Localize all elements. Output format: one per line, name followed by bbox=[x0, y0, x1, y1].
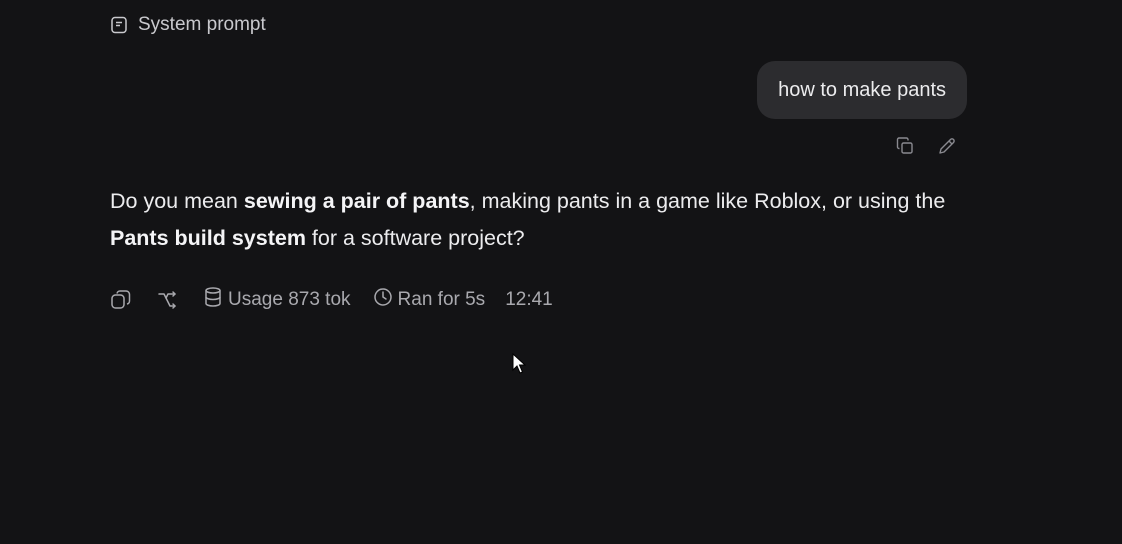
assistant-bold-segment: Pants build system bbox=[110, 226, 306, 250]
message-timestamp: 12:41 bbox=[505, 289, 553, 310]
clock-icon bbox=[373, 287, 393, 313]
document-icon bbox=[110, 16, 128, 34]
assistant-text-segment: for a software project? bbox=[305, 226, 525, 250]
database-icon bbox=[203, 286, 223, 314]
assistant-text-segment: , making pants in a game like Roblox, or… bbox=[469, 189, 946, 213]
assistant-meta-bar: Usage 873 tok Ran for 5s 12:41 bbox=[109, 286, 553, 314]
mouse-cursor-icon bbox=[512, 352, 527, 380]
usage-label: Usage 873 tok bbox=[228, 289, 351, 310]
run-duration: Ran for 5s bbox=[373, 287, 486, 313]
user-message-bubble: how to make pants bbox=[757, 61, 967, 119]
branch-icon[interactable] bbox=[155, 288, 179, 312]
system-prompt-button[interactable]: System prompt bbox=[110, 14, 266, 36]
pencil-icon[interactable] bbox=[936, 135, 958, 157]
copy-icon[interactable] bbox=[109, 288, 133, 312]
system-prompt-label: System prompt bbox=[138, 14, 266, 35]
user-message-text: how to make pants bbox=[778, 78, 946, 101]
user-message-actions bbox=[894, 135, 958, 157]
copy-icon[interactable] bbox=[894, 135, 916, 157]
assistant-bold-segment: sewing a pair of pants bbox=[243, 189, 470, 213]
assistant-text-segment: Do you mean bbox=[110, 189, 244, 213]
chat-page: System prompt how to make pants Do you m… bbox=[0, 0, 1122, 544]
ran-for-label: Ran for 5s bbox=[397, 289, 486, 310]
assistant-message: Do you mean sewing a pair of pants, maki… bbox=[110, 183, 980, 257]
usage-indicator: Usage 873 tok bbox=[203, 286, 351, 314]
